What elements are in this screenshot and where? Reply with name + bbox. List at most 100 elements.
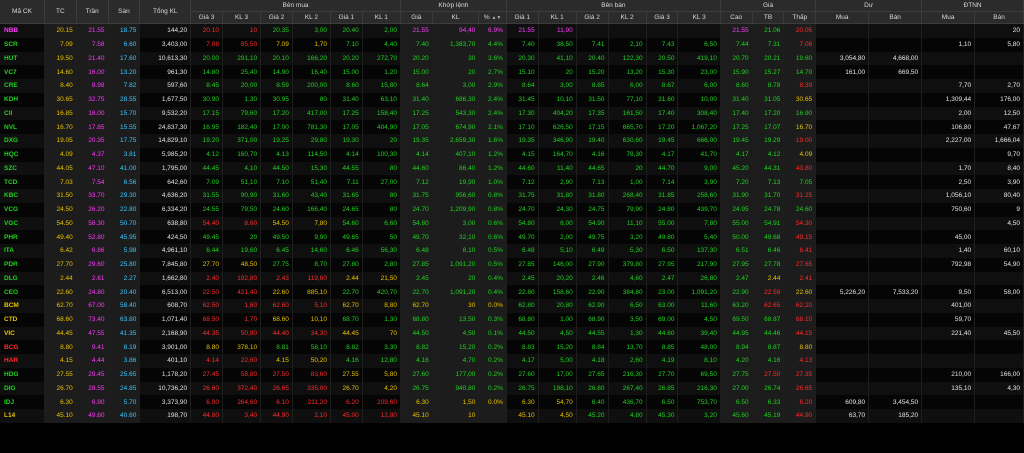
sell-price-1-cell: 7.40 bbox=[506, 37, 539, 52]
symbol-cell[interactable]: BCM bbox=[0, 299, 45, 313]
symbol-cell[interactable]: SZC bbox=[0, 161, 45, 176]
table-row[interactable]: VCG 24.50 26.20 22.80 6,334,20 24.55 79,50 24.6… bbox=[0, 202, 1024, 217]
table-row[interactable]: SZC 44.05 47.10 41.00 1,795,00 44.45 4,10 44.50… bbox=[0, 161, 1024, 176]
symbol-cell[interactable]: IDJ bbox=[0, 395, 45, 409]
col-header-sell-price-3[interactable]: Giá 3 bbox=[646, 11, 679, 24]
symbol-cell[interactable]: CRE bbox=[0, 79, 45, 93]
table-row[interactable]: DXG 19.05 20.35 17.75 14,829,10 19.20 371,00 19… bbox=[0, 134, 1024, 148]
symbol-cell[interactable]: HDG bbox=[0, 367, 45, 382]
table-row[interactable]: CTD 68.60 73.40 63.80 1,071,40 68.50 1,70 68.60… bbox=[0, 312, 1024, 327]
symbol-cell[interactable]: HUT bbox=[0, 51, 45, 66]
col-header-remain-sell[interactable]: Bán bbox=[868, 11, 923, 24]
total-volume-cell: 198,70 bbox=[139, 409, 192, 423]
buy-vol-3-cell: 22,60 bbox=[222, 354, 262, 368]
symbol-cell[interactable]: VCG bbox=[0, 202, 45, 217]
col-header-match-vol[interactable]: KL bbox=[432, 11, 480, 24]
col-header-buy-vol-2[interactable]: KL 2 bbox=[292, 11, 331, 24]
table-row[interactable]: IDJ 6.30 6.90 5.70 3,373,90 6.00 264,60 6.10 211… bbox=[0, 395, 1024, 409]
symbol-cell[interactable]: PHR bbox=[0, 230, 45, 244]
table-row[interactable]: HQC 4.09 4.37 3.81 5,985,20 4.12 160,70 4.13 114… bbox=[0, 147, 1024, 162]
symbol-cell[interactable]: NBB bbox=[0, 23, 45, 38]
symbol-cell[interactable]: PDR bbox=[0, 257, 45, 272]
table-row[interactable]: L14 45.10 49.60 40.60 198,70 44.80 3,40 44.90 2,… bbox=[0, 409, 1024, 423]
col-header-total-volume[interactable]: Tổng KL bbox=[139, 0, 192, 24]
col-header-high[interactable]: Cao bbox=[720, 11, 753, 24]
col-header-foreign-sell[interactable]: Bán bbox=[974, 11, 1024, 24]
col-header-floor[interactable]: Sàn bbox=[108, 0, 141, 24]
sell-price-2-cell: 17.35 bbox=[576, 106, 609, 121]
foreign-buy-cell: 1,309,44 bbox=[921, 92, 976, 107]
table-row[interactable]: PHR 49.40 52.80 45.95 424,50 49.45 20 49.50 9,90… bbox=[0, 230, 1024, 244]
symbol-cell[interactable]: TCD bbox=[0, 175, 45, 189]
match-pct-cell: 0.3% bbox=[478, 312, 507, 327]
symbol-cell[interactable]: BCG bbox=[0, 340, 45, 354]
table-row[interactable]: PDR 27.70 29.60 25.80 7,845,80 27.70 48,50 27.7… bbox=[0, 257, 1024, 272]
table-row[interactable]: HAR 4.15 4.44 3.86 401,10 4.14 22,60 4.15 50,20 4… bbox=[0, 354, 1024, 368]
col-header-match-price[interactable]: Giá bbox=[400, 11, 433, 24]
symbol-cell[interactable]: DXG bbox=[0, 134, 45, 148]
col-header-ref[interactable]: TC bbox=[44, 0, 77, 24]
col-header-buy-vol-1[interactable]: KL 1 bbox=[362, 11, 401, 24]
table-row[interactable]: VC7 14.60 16.00 13.20 961,30 14.80 25,40 14.90 1… bbox=[0, 65, 1024, 79]
col-header-match-pct[interactable]: % ▲▼ bbox=[478, 11, 507, 24]
table-row[interactable]: DIG 26.70 28.55 24.85 10,736,20 26.60 372,40 26… bbox=[0, 381, 1024, 396]
table-row[interactable]: HDG 27.55 29.45 25.65 1,178,20 27.45 58,80 27.5… bbox=[0, 367, 1024, 382]
col-header-remain-buy[interactable]: Mua bbox=[815, 11, 870, 24]
table-row[interactable]: CII 16.85 18.00 15.70 9,532,20 17.15 79,60 17.2… bbox=[0, 106, 1024, 121]
total-volume-cell: 144,20 bbox=[139, 23, 192, 38]
symbol-cell[interactable]: SCR bbox=[0, 37, 45, 52]
symbol-cell[interactable]: HAR bbox=[0, 354, 45, 368]
symbol-cell[interactable]: DIG bbox=[0, 381, 45, 396]
low-price-cell: 22.60 bbox=[783, 285, 817, 299]
buy-vol-1-cell: 20 bbox=[362, 134, 401, 148]
table-row[interactable]: VIC 44.45 47.55 41.35 2,168,90 44.35 50,80 44.4… bbox=[0, 326, 1024, 341]
buy-price-2-cell: 27.50 bbox=[260, 367, 293, 382]
symbol-cell[interactable]: CEO bbox=[0, 285, 45, 299]
col-header-sell-vol-3[interactable]: KL 3 bbox=[677, 11, 721, 24]
table-row[interactable]: DLG 2.44 2.61 2.27 1,662,80 2.40 192,80 2.43 119… bbox=[0, 271, 1024, 286]
col-header-buy-price-1[interactable]: Giá 1 bbox=[330, 11, 363, 24]
table-row[interactable]: TCD 7.03 7.54 6.56 642,60 7.09 51,10 7.10 51,40 7… bbox=[0, 175, 1024, 189]
table-row[interactable]: NBB 20.15 21.55 18.75 144,20 20.10 10 20.35 3,00… bbox=[0, 23, 1024, 38]
col-header-avg[interactable]: TB bbox=[752, 11, 785, 24]
col-header-foreign-buy[interactable]: Mua bbox=[921, 11, 976, 24]
buy-vol-3-cell: 51,10 bbox=[222, 175, 262, 189]
symbol-cell[interactable]: L14 bbox=[0, 409, 45, 423]
symbol-cell[interactable]: VC7 bbox=[0, 65, 45, 79]
col-header-sell-vol-1[interactable]: KL 1 bbox=[538, 11, 577, 24]
table-row[interactable]: KDH 30.65 32.75 28.55 1,677,50 30.90 1,30 30.95… bbox=[0, 92, 1024, 107]
symbol-cell[interactable]: KDH bbox=[0, 92, 45, 107]
table-row[interactable]: ITA 6.42 6.86 5.98 4,961,10 6.44 19,60 6.45 14,6… bbox=[0, 244, 1024, 258]
symbol-cell[interactable]: VGC bbox=[0, 216, 45, 231]
col-header-low[interactable]: Thấp bbox=[783, 11, 817, 24]
table-row[interactable]: BCM 62.70 67.00 58.40 608,70 62.50 1,60 62.60 5,… bbox=[0, 299, 1024, 313]
symbol-cell[interactable]: DLG bbox=[0, 271, 45, 286]
col-header-sell-price-2[interactable]: Giá 2 bbox=[576, 11, 609, 24]
symbol-cell[interactable]: KBC bbox=[0, 189, 45, 203]
table-row[interactable]: CEO 22.60 24.80 20.40 6,513,00 22.50 421,40 22.… bbox=[0, 285, 1024, 299]
total-volume-cell: 1,677,50 bbox=[139, 92, 192, 107]
table-row[interactable]: BCG 8.80 9.41 8.19 3,901,00 8.80 378,10 8.81 58,… bbox=[0, 340, 1024, 354]
table-row[interactable]: NVL 16.70 17.85 15.55 24,837,30 16.95 182,40 17… bbox=[0, 120, 1024, 134]
symbol-cell[interactable]: VIC bbox=[0, 326, 45, 341]
table-row[interactable]: KBC 31.50 33.70 29.30 4,636,20 31.55 90,90 31.6… bbox=[0, 189, 1024, 203]
buy-price-3-cell: 49.45 bbox=[190, 230, 223, 244]
symbol-cell[interactable]: ITA bbox=[0, 244, 45, 258]
col-header-sell-vol-2[interactable]: KL 2 bbox=[608, 11, 647, 24]
symbol-cell[interactable]: CII bbox=[0, 106, 45, 121]
symbol-cell[interactable]: CTD bbox=[0, 312, 45, 327]
col-header-sell-price-1[interactable]: Giá 1 bbox=[506, 11, 539, 24]
table-row[interactable]: HUT 19.50 21.40 17.60 10,613,30 20.00 291,10 20… bbox=[0, 51, 1024, 66]
col-header-symbol[interactable]: Mã CK bbox=[0, 0, 45, 24]
table-row[interactable]: VGC 54.50 58.30 50.70 638,80 54.40 8,60 54.50 7,… bbox=[0, 216, 1024, 231]
col-header-buy-price-3[interactable]: Giá 3 bbox=[190, 11, 223, 24]
sort-arrow-icon[interactable]: ▲▼ bbox=[491, 15, 501, 21]
match-pct-cell: 2.9% bbox=[478, 79, 507, 93]
symbol-cell[interactable]: NVL bbox=[0, 120, 45, 134]
symbol-cell[interactable]: HQC bbox=[0, 147, 45, 162]
col-header-buy-vol-3[interactable]: KL 3 bbox=[222, 11, 262, 24]
table-row[interactable]: SCR 7.09 7.58 6.60 3,403,00 7.08 85,50 7.09 1,70… bbox=[0, 37, 1024, 52]
col-header-ceil[interactable]: Trần bbox=[76, 0, 109, 24]
table-row[interactable]: CRE 8.40 8.98 7.82 597,60 8.45 20,00 8.59 200,00… bbox=[0, 79, 1024, 93]
col-header-buy-price-2[interactable]: Giá 2 bbox=[260, 11, 293, 24]
